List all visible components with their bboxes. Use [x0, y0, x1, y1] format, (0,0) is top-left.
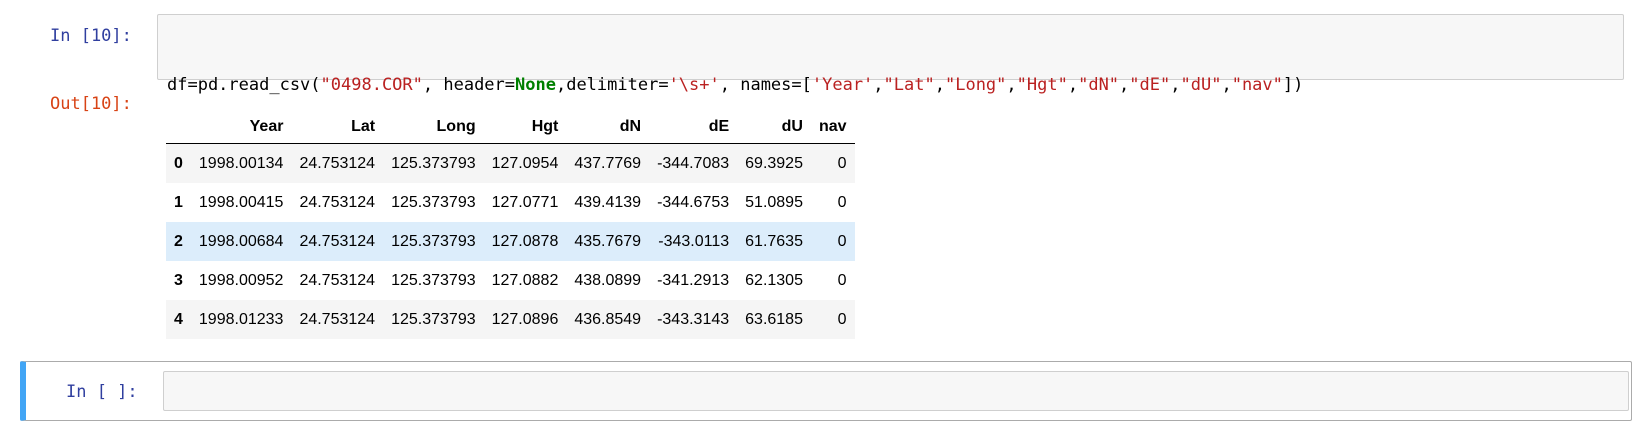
column-header: dN	[566, 110, 650, 144]
table-cell: 127.0882	[491, 271, 559, 289]
column-header: Lat	[291, 110, 384, 144]
table-cell: -343.3143	[657, 310, 730, 328]
input-prompt: In [10]:	[50, 26, 132, 46]
code-token: "dU"	[1180, 75, 1222, 95]
row-index: 1	[174, 193, 183, 211]
table-row: 4 1998.01233 24.753124 125.373793 127.0896 43…	[166, 300, 855, 339]
row-index: 0	[174, 154, 183, 172]
table-cell: -344.7083	[657, 154, 730, 172]
table-cell: 435.7679	[574, 232, 642, 250]
code-token: , header=	[422, 75, 516, 95]
code-token: ,	[1221, 75, 1232, 95]
table-cell: 24.753124	[299, 193, 376, 211]
code-token: ,	[934, 75, 945, 95]
table-cell: 125.373793	[391, 193, 476, 211]
table-cell: 24.753124	[299, 310, 376, 328]
code-editor[interactable]	[163, 371, 1629, 411]
table-cell: 69.3925	[745, 154, 803, 172]
table-cell: 127.0954	[491, 154, 559, 172]
table-cell: 436.8549	[574, 310, 642, 328]
table-row: 1 1998.00415 24.753124 125.373793 127.0771 43…	[166, 183, 855, 222]
table-row: 3 1998.00952 24.753124 125.373793 127.0882 43…	[166, 261, 855, 300]
row-index: 4	[174, 310, 183, 328]
dataframe-output: Year Lat Long Hgt dN dE dU nav 0 1998.00134 24.75…	[166, 110, 855, 339]
code-editor[interactable]: df=pd.read_csv("0498.COR", header=None,d…	[157, 14, 1624, 167]
table-cell: 0	[837, 271, 847, 289]
table-cell: 127.0771	[491, 193, 559, 211]
table-cell: 24.753124	[299, 232, 376, 250]
column-header: nav	[810, 110, 855, 144]
table-cell: 127.0878	[491, 232, 559, 250]
column-header: Year	[190, 110, 292, 144]
index-header	[166, 110, 191, 144]
code-token: "Lat"	[883, 75, 935, 95]
table-cell: 1998.00952	[198, 271, 284, 289]
table-cell: 61.7635	[745, 232, 803, 250]
table-cell: 0	[837, 310, 847, 328]
table-cell: 125.373793	[391, 271, 476, 289]
table-cell: 1998.00684	[198, 232, 284, 250]
code-token: 'Year'	[811, 75, 874, 95]
code-token: None	[515, 75, 556, 95]
row-index: 3	[174, 271, 183, 289]
table-cell: 125.373793	[391, 154, 476, 172]
code-token: ,	[1067, 75, 1079, 95]
output-prompt: Out[10]:	[50, 94, 132, 114]
code-token: '\s+'	[668, 75, 720, 95]
column-header: dE	[649, 110, 738, 144]
table-cell: 125.373793	[391, 232, 476, 250]
code-cell-empty[interactable]: In [ ]:	[20, 361, 1632, 421]
column-header: Long	[383, 110, 484, 144]
table-cell: 0	[837, 154, 847, 172]
table-body: 0 1998.00134 24.753124 125.373793 127.0954 43…	[166, 143, 855, 339]
table-cell: 439.4139	[574, 193, 642, 211]
column-header: Hgt	[483, 110, 567, 144]
table-cell: 0	[837, 193, 847, 211]
table-cell: 438.0899	[574, 271, 642, 289]
code-token: "0498.COR"	[320, 75, 423, 95]
table-cell: 125.373793	[391, 310, 476, 328]
table-cell: 127.0896	[491, 310, 559, 328]
table-cell: 62.1305	[745, 271, 803, 289]
table-cell: 1998.00134	[198, 154, 284, 172]
table-cell: 1998.00415	[198, 193, 284, 211]
code-line-1: df=pd.read_csv("0498.COR", header=None,d…	[167, 73, 1303, 97]
code-token: "nav"	[1231, 75, 1283, 95]
table-row: 2 1998.00684 24.753124 125.373793 127.0878 43…	[166, 222, 855, 261]
code-token: "Hgt"	[1016, 75, 1068, 95]
code-token: "Long"	[944, 75, 1007, 95]
code-token: "dE"	[1129, 75, 1171, 95]
table-row: 0 1998.00134 24.753124 125.373793 127.0954 43…	[166, 143, 855, 183]
row-index: 2	[174, 232, 183, 250]
code-token: ])	[1282, 75, 1304, 95]
code-cell-10[interactable]: In [10]: df=pd.read_csv("0498.COR", head…	[0, 0, 1650, 350]
table-cell: 1998.01233	[198, 310, 284, 328]
code-token: ,delimiter=	[555, 75, 669, 95]
column-header: dU	[737, 110, 811, 144]
code-token: ,	[1006, 75, 1017, 95]
table-cell: 63.6185	[745, 310, 803, 328]
code-token: df=pd.read_csv(	[167, 75, 321, 95]
table-cell: 51.0895	[745, 193, 803, 211]
code-token: "dN"	[1078, 75, 1120, 95]
table-cell: -344.6753	[657, 193, 730, 211]
table-cell: 437.7769	[574, 154, 642, 172]
table-header-row: Year Lat Long Hgt dN dE dU nav	[166, 110, 855, 144]
code-token: ,	[873, 75, 884, 95]
table-cell: 24.753124	[299, 154, 376, 172]
table-cell: -341.2913	[657, 271, 730, 289]
table-cell: 24.753124	[299, 271, 376, 289]
table-cell: -343.0113	[658, 232, 730, 250]
code-token: , names=[	[719, 75, 812, 95]
code-token: ,	[1119, 75, 1130, 95]
code-token: ,	[1170, 75, 1181, 95]
table-cell: 0	[837, 232, 847, 250]
